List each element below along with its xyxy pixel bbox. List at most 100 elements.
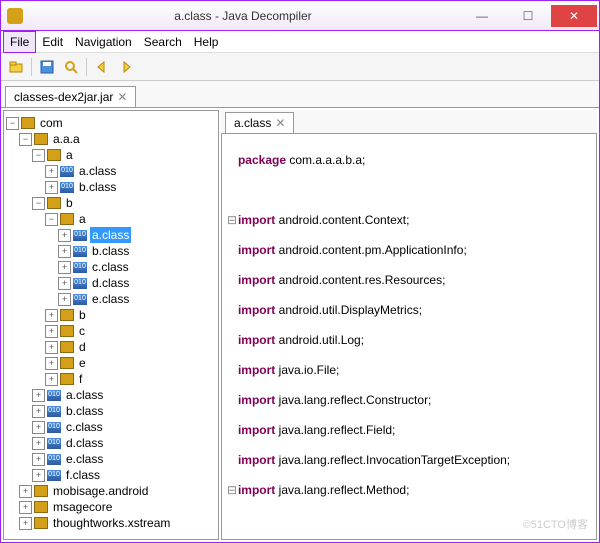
expand-icon[interactable]: − <box>45 213 58 226</box>
search-tool-button[interactable] <box>60 56 82 78</box>
tree-node-dclass[interactable]: d.class <box>90 275 131 291</box>
menu-file[interactable]: File <box>3 31 36 53</box>
tree-node-b[interactable]: b <box>64 195 75 211</box>
class-icon: 010 <box>60 182 74 193</box>
expand-icon[interactable]: + <box>32 389 45 402</box>
tree-node-com[interactable]: com <box>38 115 65 131</box>
expand-icon[interactable]: + <box>45 309 58 322</box>
expand-icon[interactable]: + <box>45 341 58 354</box>
tree-node-thoughtworks[interactable]: thoughtworks.xstream <box>51 515 172 531</box>
expand-icon[interactable]: + <box>58 229 71 242</box>
class-icon: 010 <box>60 166 74 177</box>
tree-node-ec[interactable]: e.class <box>64 451 105 467</box>
package-icon <box>34 517 48 529</box>
tab-label: classes-dex2jar.jar <box>14 90 113 104</box>
package-icon <box>60 373 74 385</box>
toolbar <box>1 53 599 81</box>
tree-node-aaa[interactable]: a.a.a <box>51 131 82 147</box>
open-button[interactable] <box>5 56 27 78</box>
expand-icon[interactable]: + <box>45 357 58 370</box>
expand-icon[interactable]: − <box>32 197 45 210</box>
package-tree[interactable]: −com −a.a.a −a +010a.class +010b.class −… <box>4 111 218 535</box>
save-button[interactable] <box>36 56 58 78</box>
expand-icon[interactable]: + <box>45 325 58 338</box>
expand-icon[interactable]: + <box>58 277 71 290</box>
expand-icon[interactable]: + <box>32 421 45 434</box>
tab-jar[interactable]: classes-dex2jar.jar ✕ <box>5 86 136 107</box>
back-button[interactable] <box>91 56 113 78</box>
menu-edit[interactable]: Edit <box>36 32 69 52</box>
code-editor[interactable]: package com.a.a.a.b.a; ⊟import android.c… <box>221 134 597 540</box>
tree-node-fc[interactable]: f.class <box>64 467 102 483</box>
tree-node-be[interactable]: e <box>77 355 88 371</box>
minimize-button[interactable]: — <box>459 5 505 27</box>
expand-icon[interactable]: − <box>19 133 32 146</box>
tree-panel: −com −a.a.a −a +010a.class +010b.class −… <box>3 110 219 540</box>
expand-icon[interactable]: + <box>58 261 71 274</box>
class-icon: 010 <box>73 230 87 241</box>
class-icon: 010 <box>47 422 61 433</box>
tree-node-msagecore[interactable]: msagecore <box>51 499 114 515</box>
tab-close-icon[interactable]: ✕ <box>117 90 127 104</box>
package-icon <box>34 485 48 497</box>
tree-node-cc[interactable]: c.class <box>64 419 105 435</box>
expand-icon[interactable]: + <box>19 485 32 498</box>
content-area: −com −a.a.a −a +010a.class +010b.class −… <box>1 107 599 542</box>
expand-icon[interactable]: + <box>45 373 58 386</box>
menu-help[interactable]: Help <box>188 32 225 52</box>
tree-node-dc[interactable]: d.class <box>64 435 105 451</box>
maximize-button[interactable]: ☐ <box>505 5 551 27</box>
tree-node-bd[interactable]: d <box>77 339 88 355</box>
expand-icon[interactable]: + <box>32 453 45 466</box>
tree-node-bb[interactable]: b <box>77 307 88 323</box>
tab-class[interactable]: a.class✕ <box>225 112 294 133</box>
tree-node-cclass[interactable]: c.class <box>90 259 131 275</box>
tree-node-bc[interactable]: c <box>77 323 87 339</box>
tree-node-ba[interactable]: a <box>77 211 88 227</box>
tree-node-eclass[interactable]: e.class <box>90 291 131 307</box>
expand-icon[interactable]: + <box>45 181 58 194</box>
package-icon <box>60 309 74 321</box>
package-icon <box>47 197 61 209</box>
package-icon <box>60 341 74 353</box>
app-icon <box>7 8 23 24</box>
code-blank <box>226 183 592 198</box>
tab-close-icon[interactable]: ✕ <box>275 116 285 130</box>
titlebar: a.class - Java Decompiler — ☐ ✕ <box>1 1 599 31</box>
class-icon: 010 <box>73 246 87 257</box>
expand-icon[interactable]: − <box>32 149 45 162</box>
tree-node-bclass[interactable]: b.class <box>77 179 118 195</box>
tree-node-aclass[interactable]: a.class <box>77 163 118 179</box>
menu-navigation[interactable]: Navigation <box>69 32 138 52</box>
tree-node-mobisage[interactable]: mobisage.android <box>51 483 150 499</box>
code-line: ⊟import java.lang.reflect.Method; <box>226 483 592 498</box>
code-line: import android.util.Log; <box>226 333 592 348</box>
tree-node-bf[interactable]: f <box>77 371 84 387</box>
expand-icon[interactable]: + <box>58 293 71 306</box>
window-title: a.class - Java Decompiler <box>27 9 459 23</box>
expand-icon[interactable]: − <box>6 117 19 130</box>
tree-node-ac[interactable]: a.class <box>64 387 105 403</box>
code-line: import java.io.File; <box>226 363 592 378</box>
package-icon <box>21 117 35 129</box>
expand-icon[interactable]: + <box>58 245 71 258</box>
menubar: File Edit Navigation Search Help <box>1 31 599 53</box>
menu-search[interactable]: Search <box>138 32 188 52</box>
package-icon <box>60 357 74 369</box>
tree-node-a[interactable]: a <box>64 147 75 163</box>
expand-icon[interactable]: + <box>32 405 45 418</box>
tree-node-bc2[interactable]: b.class <box>64 403 105 419</box>
code-line: import android.content.res.Resources; <box>226 273 592 288</box>
editor-panel: a.class✕ package com.a.a.a.b.a; ⊟import … <box>221 110 597 540</box>
expand-icon[interactable]: + <box>32 437 45 450</box>
package-icon <box>60 325 74 337</box>
code-line: package com.a.a.a.b.a; <box>226 153 592 168</box>
close-button[interactable]: ✕ <box>551 5 597 27</box>
expand-icon[interactable]: + <box>32 469 45 482</box>
expand-icon[interactable]: + <box>19 501 32 514</box>
forward-button[interactable] <box>115 56 137 78</box>
tree-node-bclass2[interactable]: b.class <box>90 243 131 259</box>
tree-node-selected[interactable]: a.class <box>90 227 131 243</box>
expand-icon[interactable]: + <box>45 165 58 178</box>
expand-icon[interactable]: + <box>19 517 32 530</box>
